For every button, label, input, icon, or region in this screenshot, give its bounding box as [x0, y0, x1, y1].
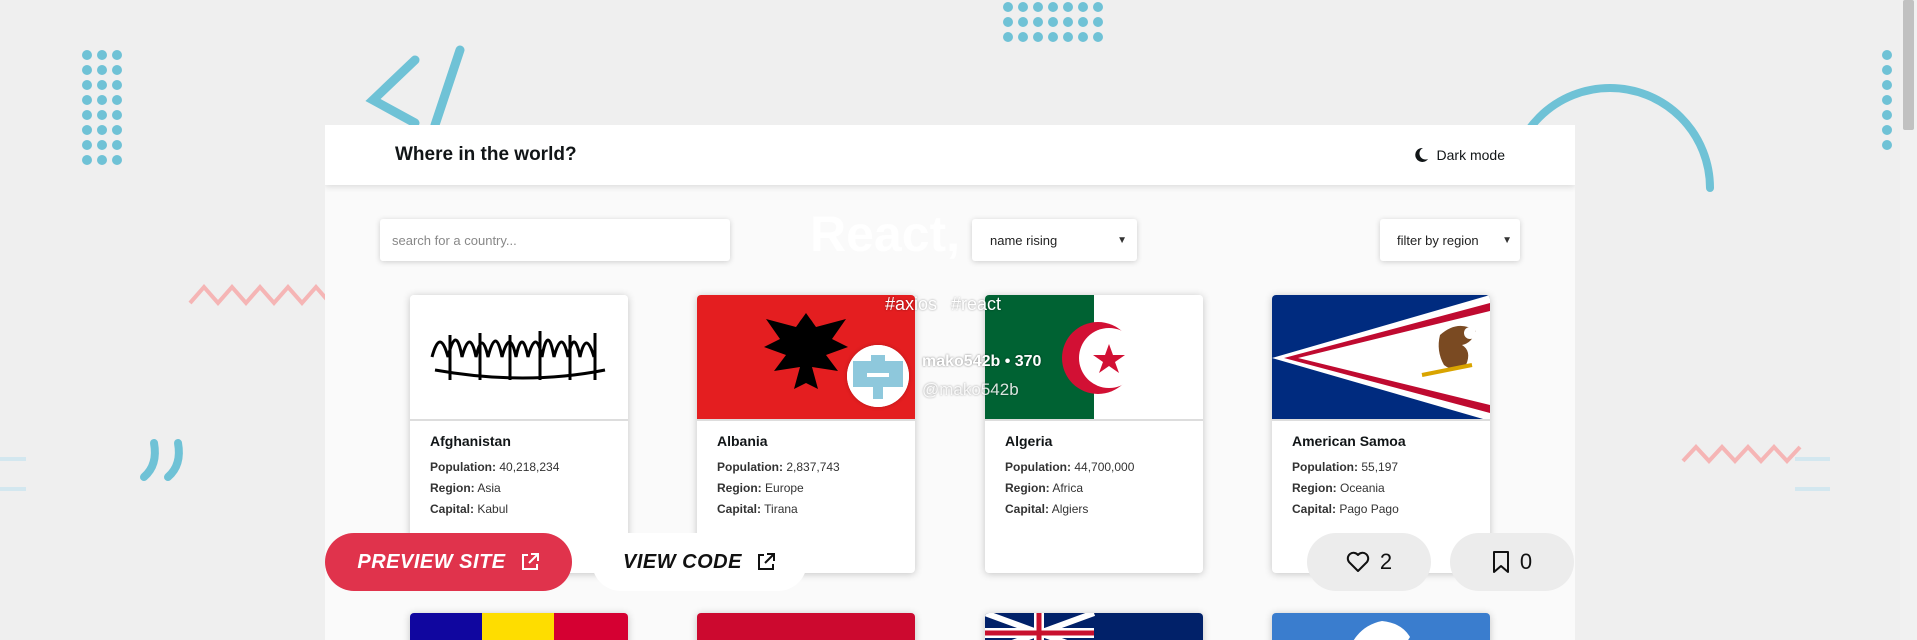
capital-label: Capital:	[1005, 502, 1050, 516]
decor-dots-top	[1003, 2, 1103, 42]
flag-afghanistan	[410, 295, 628, 421]
capital-label: Capital:	[430, 502, 475, 516]
moon-icon	[1414, 147, 1428, 162]
region-value: Asia	[477, 481, 501, 495]
population-value: 2,837,743	[786, 460, 840, 474]
capital-label: Capital:	[1292, 502, 1337, 516]
population-label: Population:	[717, 460, 783, 474]
region-label: Region:	[1005, 481, 1050, 495]
capital-value: Algiers	[1051, 502, 1089, 516]
bookmark-icon	[1492, 551, 1509, 573]
page-scrollbar[interactable]	[1900, 0, 1917, 640]
decor-code-tag-icon	[365, 45, 465, 130]
chevron-down-icon: ▼	[1502, 234, 1512, 246]
project-tags: #axios #react	[885, 294, 1001, 315]
search-input[interactable]: search for a country...	[380, 219, 730, 261]
app-header: Where in the world? Dark mode	[325, 125, 1575, 185]
decor-lines-right-icon	[1795, 457, 1830, 491]
country-name: Albania	[717, 433, 768, 449]
decor-dots-right	[1882, 50, 1892, 150]
capital-value: Tirana	[764, 502, 798, 516]
country-card-andorra[interactable]	[410, 613, 628, 640]
region-filter-value: filter by region	[1397, 232, 1479, 248]
like-count: 2	[1379, 549, 1393, 574]
population-label: Population:	[430, 460, 496, 474]
region-filter-select[interactable]: filter by region ▼	[1380, 219, 1520, 261]
country-name: Algeria	[1005, 433, 1053, 449]
decor-zigzag-right-icon	[1681, 444, 1802, 464]
decor-quote-icon	[140, 439, 183, 481]
population-value: 40,218,234	[499, 460, 560, 474]
sort-select[interactable]: name rising ▼	[972, 219, 1137, 261]
country-name: Afghanistan	[430, 433, 511, 449]
tag-react[interactable]: #react	[951, 294, 1001, 315]
decor-dots-left	[82, 50, 122, 165]
country-card[interactable]: Algeria Population: 44,700,000 Region: A…	[985, 295, 1203, 573]
external-link-icon	[521, 553, 539, 570]
country-card[interactable]: Afghanistan Population: 40,218,234 Regio…	[410, 295, 628, 573]
view-code-button[interactable]: VIEW CODE	[592, 533, 807, 591]
region-label: Region:	[1292, 481, 1337, 495]
region-label: Region:	[717, 481, 762, 495]
capital-label: Capital:	[717, 502, 762, 516]
region-label: Region:	[430, 481, 475, 495]
region-value: Africa	[1052, 481, 1084, 495]
tag-axios[interactable]: #axios	[885, 294, 937, 315]
scrollbar-thumb[interactable]	[1903, 0, 1914, 130]
author-handle[interactable]: @mako542b	[922, 380, 1019, 400]
region-value: Europe	[765, 481, 804, 495]
sort-select-value: name rising	[990, 232, 1058, 248]
decor-zigzag-left-icon	[188, 283, 332, 307]
decor-lines-left-icon	[0, 457, 26, 491]
external-link-icon	[757, 553, 775, 570]
project-title: React,	[810, 206, 961, 262]
avatar[interactable]	[847, 345, 909, 407]
country-card[interactable]: Albania Population: 2,837,743 Region: Eu…	[697, 295, 915, 573]
search-placeholder: search for a country...	[392, 232, 517, 248]
bookmark-button[interactable]: 0	[1450, 533, 1574, 591]
chevron-down-icon: ▼	[1117, 234, 1127, 246]
country-name: American Samoa	[1292, 433, 1406, 449]
capital-value: Kabul	[477, 502, 509, 516]
country-card-antarctica[interactable]	[1272, 613, 1490, 640]
bookmark-count: 0	[1519, 549, 1533, 574]
preview-site-label: PREVIEW SITE	[357, 550, 506, 573]
app-title: Where in the world?	[395, 144, 577, 165]
country-card-angola[interactable]	[697, 613, 915, 640]
dark-mode-label: Dark mode	[1436, 147, 1505, 163]
country-card[interactable]: American Samoa Population: 55,197 Region…	[1272, 295, 1490, 573]
capital-value: Pago Pago	[1339, 502, 1399, 516]
preview-site-button[interactable]: PREVIEW SITE	[325, 533, 572, 591]
author-name[interactable]: mako542b • 370	[922, 353, 1041, 371]
population-value: 44,700,000	[1074, 460, 1135, 474]
like-button[interactable]: 2	[1307, 533, 1431, 591]
view-code-label: VIEW CODE	[623, 550, 742, 573]
population-label: Population:	[1005, 460, 1071, 474]
population-label: Population:	[1292, 460, 1358, 474]
population-value: 55,197	[1361, 460, 1399, 474]
flag-american-samoa	[1272, 295, 1490, 421]
region-value: Oceania	[1340, 481, 1385, 495]
dark-mode-toggle[interactable]: Dark mode	[1413, 147, 1505, 163]
heart-icon	[1346, 551, 1370, 572]
country-card-anguilla[interactable]	[985, 613, 1203, 640]
